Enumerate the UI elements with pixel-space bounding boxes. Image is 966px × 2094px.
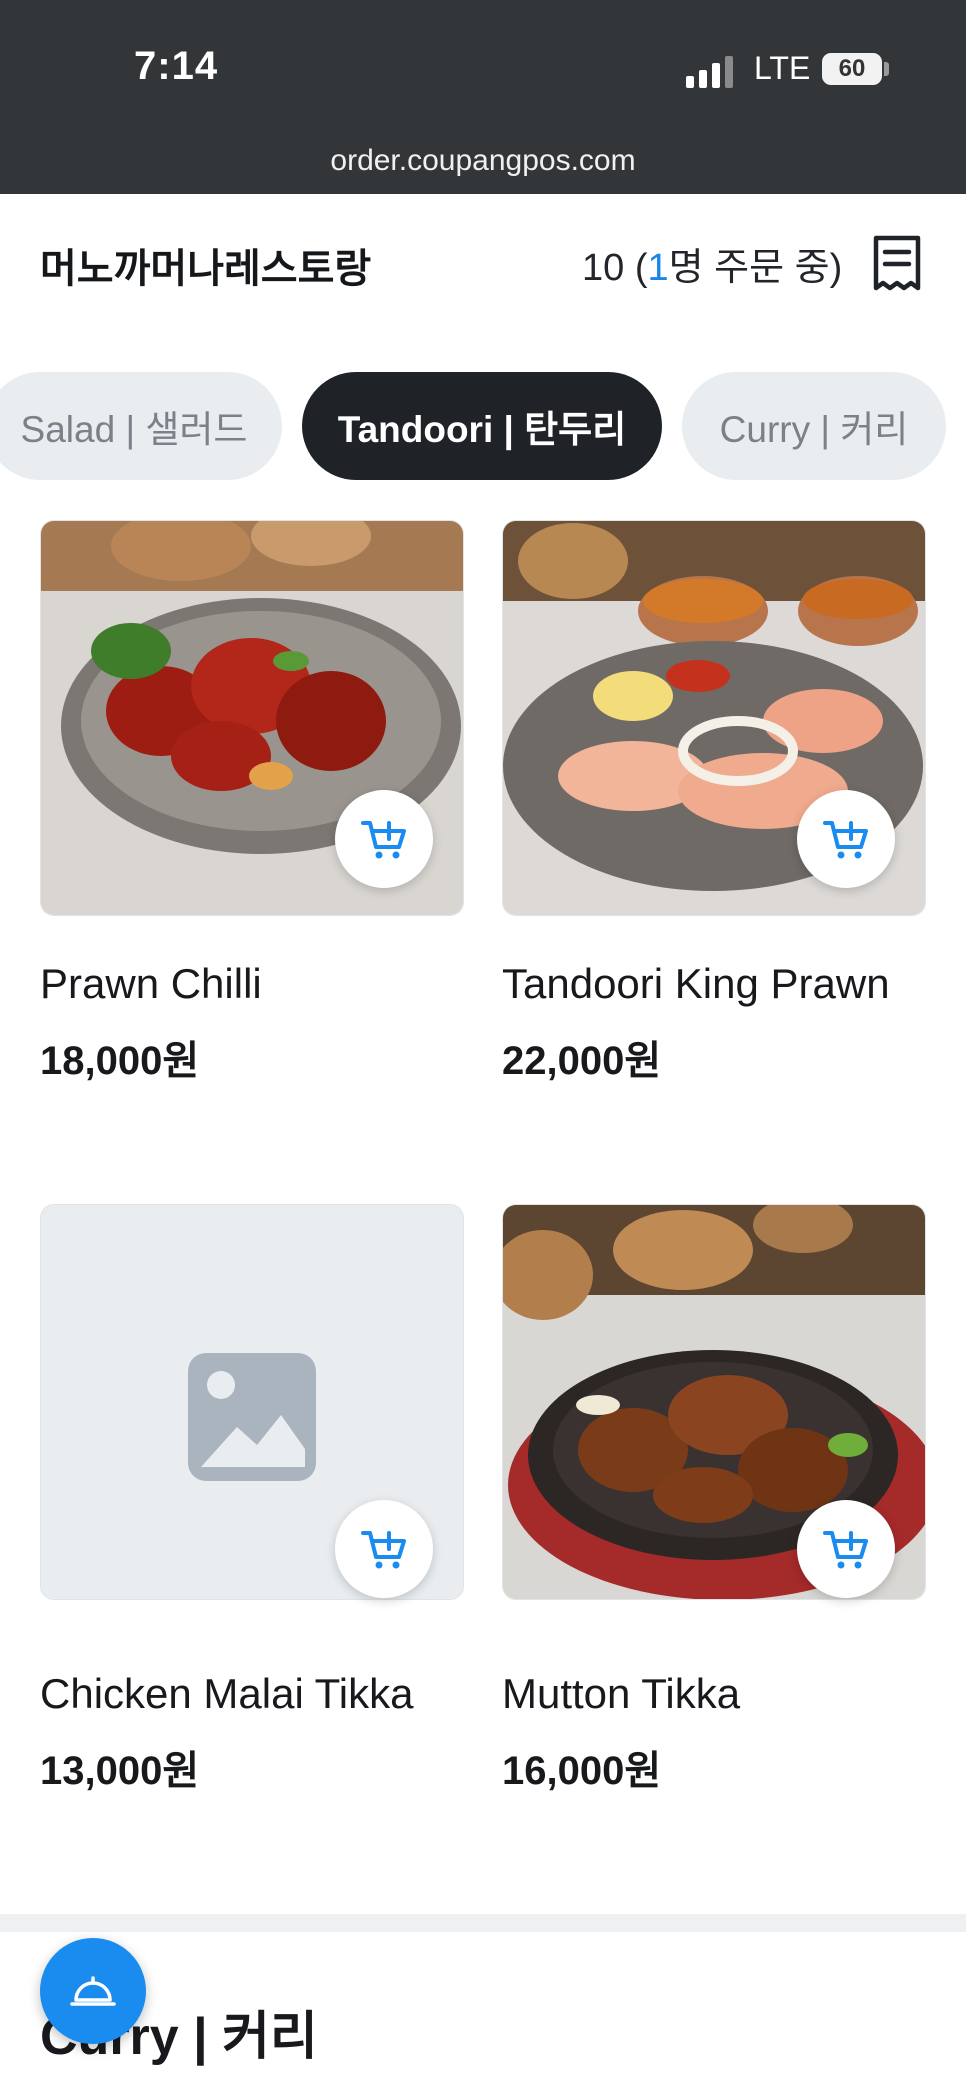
- menu-item-name[interactable]: Prawn Chilli: [40, 960, 262, 1008]
- battery-icon: 60: [822, 53, 882, 85]
- add-to-cart-icon: [823, 821, 868, 859]
- menu-item-name[interactable]: Mutton Tikka: [502, 1670, 740, 1718]
- section-divider: [0, 1914, 966, 1932]
- ordering-suffix: 명 주문 중): [668, 247, 843, 289]
- status-bar: 7:14 LTE 60 order.coupangpos.com: [0, 0, 966, 194]
- receipt-icon[interactable]: [870, 234, 924, 292]
- category-tabs: Salad | 샐러드 Tandoori | 탄두리 Curry | 커리: [0, 372, 966, 480]
- menu-item-name[interactable]: Tandoori King Prawn: [502, 960, 890, 1008]
- menu-item-price: 22,000원: [502, 1039, 662, 1083]
- menu-item-price: 13,000원: [40, 1749, 200, 1793]
- tab-tandoori[interactable]: Tandoori | 탄두리: [302, 372, 662, 480]
- add-to-cart-button[interactable]: [335, 790, 433, 888]
- tab-salad[interactable]: Salad | 샐러드: [0, 372, 282, 480]
- add-to-cart-icon: [361, 1531, 406, 1569]
- add-to-cart-button[interactable]: [335, 1500, 433, 1598]
- menu-item-price: 18,000원: [40, 1039, 200, 1083]
- ordering-count: 1: [647, 247, 669, 289]
- tab-curry[interactable]: Curry | 커리: [682, 372, 946, 480]
- menu-item-price: 16,000원: [502, 1749, 662, 1793]
- status-time: 7:14: [134, 44, 219, 88]
- signal-icon: [686, 56, 733, 88]
- table-status: 10 (1명 주문 중): [582, 247, 843, 289]
- add-to-cart-icon: [823, 1531, 868, 1569]
- call-staff-button[interactable]: [40, 1938, 146, 2044]
- carrier-label: LTE: [754, 50, 811, 86]
- call-bell-icon: [70, 1976, 116, 2006]
- menu-item-name[interactable]: Chicken Malai Tikka: [40, 1670, 413, 1718]
- add-to-cart-button[interactable]: [797, 1500, 895, 1598]
- add-to-cart-button[interactable]: [797, 790, 895, 888]
- battery-tip: [884, 62, 889, 76]
- address-bar-url[interactable]: order.coupangpos.com: [0, 144, 966, 178]
- add-to-cart-icon: [361, 821, 406, 859]
- table-number: 10: [582, 247, 625, 289]
- store-name: 머노까머나레스토랑: [40, 247, 372, 291]
